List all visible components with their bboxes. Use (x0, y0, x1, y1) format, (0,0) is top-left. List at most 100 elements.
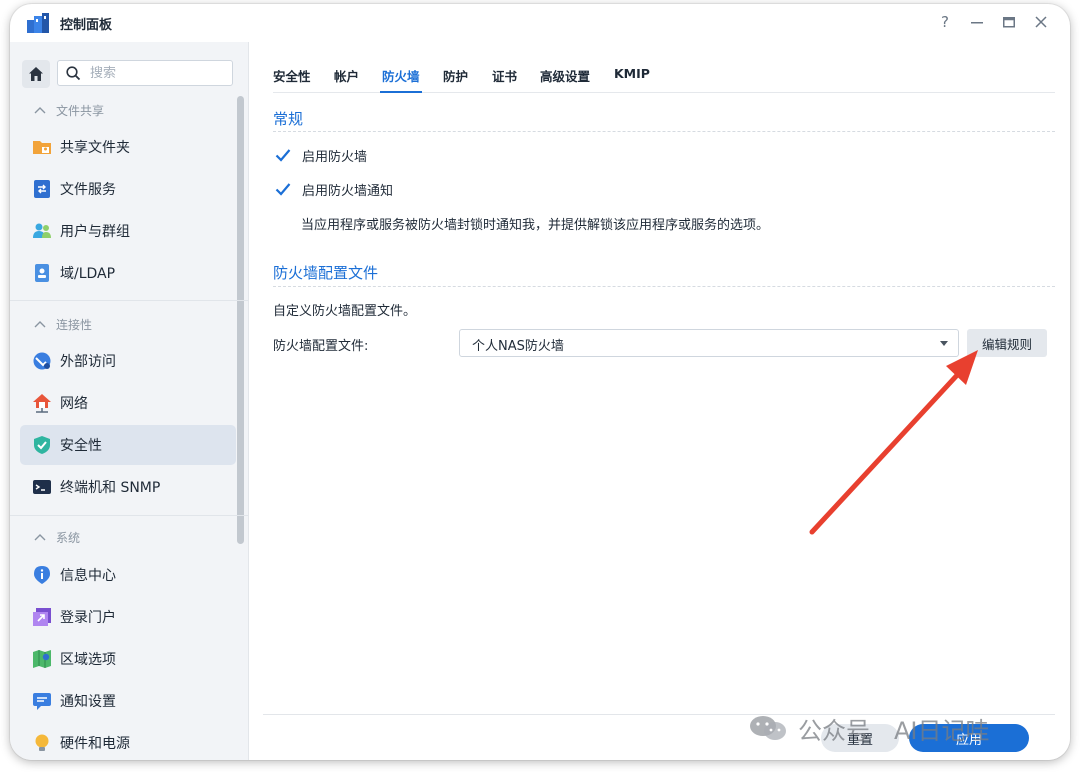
info-center-icon (34, 566, 50, 584)
sidebar-item-security[interactable]: 安全性 (20, 425, 236, 465)
home-button[interactable] (22, 60, 50, 88)
tab-protection[interactable]: 防护 (443, 66, 468, 85)
enable-firewall-notify-label: 启用防火墙通知 (302, 183, 394, 199)
sidebar-scrollbar[interactable] (237, 96, 244, 544)
network-icon (33, 394, 51, 413)
close-icon (1035, 16, 1047, 28)
active-tab-indicator (380, 91, 422, 93)
security-shield-icon (34, 436, 50, 454)
watermark-text-b: AI日记哇 (894, 716, 990, 745)
terminal-icon (33, 480, 51, 494)
shared-folder-icon (33, 141, 51, 154)
checkmark-icon (275, 183, 291, 196)
sidebar-item-users-groups[interactable]: 用户与群组 (20, 211, 236, 251)
users-groups-icon (33, 223, 51, 238)
sidebar-item-login-portal[interactable]: 登录门户 (20, 597, 236, 637)
sidebar-item-notification[interactable]: 通知设置 (20, 681, 236, 721)
maximize-button[interactable] (998, 12, 1020, 32)
section-header-label: 系统 (56, 530, 81, 545)
sidebar-item-file-services[interactable]: 文件服务 (20, 169, 236, 209)
external-access-icon (33, 352, 51, 370)
chevron-up-icon (34, 534, 46, 541)
chevron-up-icon (34, 107, 46, 114)
search-box[interactable] (57, 60, 233, 86)
file-services-icon (34, 180, 50, 198)
sidebar-item-label: 域/LDAP (60, 266, 116, 282)
search-input[interactable] (90, 64, 220, 82)
enable-firewall-row[interactable]: 启用防火墙 (273, 145, 367, 165)
minimize-button[interactable] (966, 12, 988, 32)
control-panel-app-icon (27, 13, 49, 33)
control-panel-window: 控制面板 ? 文件共享 (10, 4, 1070, 760)
profile-field-label: 防火墙配置文件: (273, 339, 369, 354)
firewall-profile-value: 个人NAS防火墙 (472, 339, 564, 354)
sidebar-item-label: 安全性 (60, 438, 102, 454)
sidebar: 文件共享 共享文件夹 文件服务 用户与群组 (10, 42, 248, 760)
watermark-text-a: 公众号 (798, 716, 870, 745)
tab-kmip[interactable]: KMIP (614, 66, 650, 81)
tab-account[interactable]: 帐户 (334, 66, 359, 85)
tab-bar: 安全性 帐户 防火墙 防护 证书 高级设置 KMIP (273, 56, 1055, 93)
sidebar-item-external-access[interactable]: 外部访问 (20, 341, 236, 381)
enable-firewall-notify-checkbox[interactable] (273, 179, 293, 199)
sidebar-item-hardware-power[interactable]: 硬件和电源 (20, 723, 236, 760)
close-button[interactable] (1030, 12, 1052, 32)
sidebar-item-label: 用户与群组 (60, 224, 130, 240)
sidebar-divider (10, 300, 248, 301)
sidebar-item-label: 通知设置 (60, 694, 116, 710)
home-icon (29, 67, 43, 81)
domain-ldap-icon (35, 264, 49, 282)
sidebar-item-terminal-snmp[interactable]: 终端机和 SNMP (20, 467, 236, 507)
profile-description: 自定义防火墙配置文件。 (273, 304, 417, 319)
tab-certificate[interactable]: 证书 (492, 66, 517, 85)
tab-security[interactable]: 安全性 (273, 66, 311, 85)
tab-advanced[interactable]: 高级设置 (540, 66, 590, 85)
window-title: 控制面板 (60, 18, 113, 33)
search-icon (66, 66, 81, 81)
minimize-icon (971, 22, 983, 24)
title-bar: 控制面板 ? (10, 4, 1070, 42)
notify-description: 当应用程序或服务被防火墙封锁时通知我，并提供解锁该应用程序或服务的选项。 (301, 218, 770, 233)
sidebar-item-label: 共享文件夹 (60, 140, 130, 156)
dropdown-caret-icon (940, 341, 948, 346)
section-divider (273, 131, 1055, 132)
section-divider (273, 286, 1055, 287)
sidebar-item-label: 信息中心 (60, 568, 116, 584)
maximize-icon (1003, 17, 1015, 28)
enable-firewall-checkbox[interactable] (273, 145, 293, 165)
section-header-connectivity[interactable]: 连接性 (34, 314, 92, 334)
sidebar-item-label: 外部访问 (60, 354, 116, 370)
enable-firewall-notify-row[interactable]: 启用防火墙通知 (273, 179, 393, 199)
sidebar-divider (10, 515, 248, 516)
login-portal-icon (33, 608, 51, 626)
firewall-profile-select[interactable]: 个人NAS防火墙 (459, 329, 959, 357)
sidebar-item-network[interactable]: 网络 (20, 383, 236, 423)
section-header-label: 连接性 (56, 317, 93, 332)
profile-section-title: 防火墙配置文件 (273, 264, 379, 282)
enable-firewall-label: 启用防火墙 (302, 149, 368, 165)
sidebar-item-label: 文件服务 (60, 182, 116, 198)
tab-firewall[interactable]: 防火墙 (382, 66, 420, 85)
sidebar-item-label: 终端机和 SNMP (60, 480, 161, 496)
chevron-up-icon (34, 321, 46, 328)
sidebar-item-regional-options[interactable]: 区域选项 (20, 639, 236, 679)
watermark: 公众号 AI日记哇 (748, 710, 990, 746)
sidebar-item-label: 登录门户 (60, 610, 116, 626)
regional-options-icon (33, 650, 51, 668)
notification-icon (33, 693, 51, 710)
help-button[interactable]: ? (934, 12, 956, 32)
wechat-logo-icon (750, 716, 786, 740)
checkmark-icon (275, 149, 291, 162)
hardware-power-icon (35, 734, 49, 751)
general-section-title: 常规 (273, 110, 304, 128)
sidebar-item-label: 硬件和电源 (60, 736, 130, 752)
sidebar-item-shared-folder[interactable]: 共享文件夹 (20, 127, 236, 167)
sidebar-item-label: 网络 (60, 396, 88, 412)
section-header-file-sharing[interactable]: 文件共享 (34, 100, 104, 120)
main-panel: 安全性 帐户 防火墙 防护 证书 高级设置 KMIP 常规 启用防火墙 启用防火… (248, 42, 1070, 760)
sidebar-item-domain-ldap[interactable]: 域/LDAP (20, 253, 236, 293)
section-header-system[interactable]: 系统 (34, 527, 80, 547)
sidebar-item-label: 区域选项 (60, 652, 116, 668)
edit-rules-button[interactable]: 编辑规则 (967, 329, 1047, 357)
sidebar-item-info-center[interactable]: 信息中心 (20, 555, 236, 595)
